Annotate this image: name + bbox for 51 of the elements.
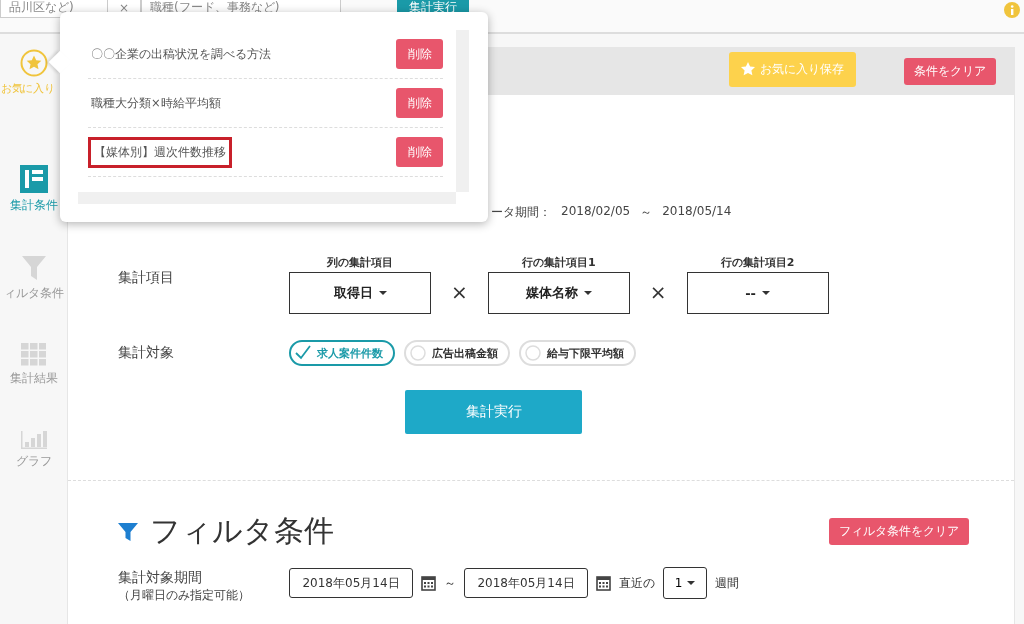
period-from: 2018/02/05 [561, 204, 631, 220]
caret-icon [761, 291, 770, 295]
target-option[interactable]: 求人案件件数 [289, 340, 395, 366]
weeks-select[interactable]: 1 [663, 567, 707, 599]
field-label: 集計対象 [118, 344, 175, 362]
favorite-item[interactable]: 〇〇企業の出稿状況を調べる方法 [88, 42, 274, 66]
favorite-item[interactable]: 職種大分類×時給平均額 [88, 91, 224, 115]
date-field[interactable]: 2018年05月14日 [464, 568, 588, 598]
field-label: 集計対象期間 [118, 569, 203, 587]
filter-clear-button[interactable]: フィルタ条件をクリア [829, 518, 969, 545]
radio-circle-icon [410, 345, 426, 361]
calendar-icon [421, 575, 436, 591]
period-to: 2018/05/14 [662, 204, 732, 220]
field-note: （月曜日のみ指定可能） [118, 587, 251, 604]
delete-button[interactable]: 削除 [396, 137, 443, 167]
times-sign: × [451, 280, 468, 304]
sidebar-label[interactable]: ィルタ条件 [3, 285, 64, 302]
tilde: ～ [444, 574, 456, 592]
item-select[interactable]: 媒体名称 [487, 272, 630, 314]
clear-button[interactable]: 条件をクリア [904, 57, 996, 85]
select-header: 列の集計項目 [327, 255, 393, 270]
delete-button[interactable]: 削除 [396, 88, 443, 118]
section-title: フィルタ条件 [150, 512, 334, 550]
sidebar-label[interactable]: 集計結果 [9, 370, 58, 387]
recent-label: 直近の [619, 574, 655, 592]
caret-icon [687, 581, 696, 585]
caret-icon [583, 291, 592, 295]
execute-button[interactable]: 集計実行 [405, 390, 582, 434]
target-option[interactable]: 給与下限平均額 [519, 340, 636, 366]
period-label: ータ期間： [491, 204, 551, 220]
filter-icon [118, 521, 138, 542]
sidebar-label[interactable]: 集計条件 [9, 197, 58, 214]
select-header: 行の集計項目2 [720, 255, 795, 270]
caret-icon [378, 291, 387, 295]
field-label: 集計項目 [118, 269, 175, 287]
radio-circle-icon [525, 345, 541, 361]
sidebar-label[interactable]: グラフ [15, 453, 52, 470]
info-icon[interactable] [1004, 2, 1020, 18]
star-icon [741, 62, 755, 76]
target-option[interactable]: 広告出稿金額 [404, 340, 510, 366]
calendar-icon [596, 575, 611, 591]
select-header: 行の集計項目1 [521, 255, 596, 270]
times-sign: × [649, 280, 667, 304]
item-select[interactable]: -- [686, 272, 829, 314]
delete-button[interactable]: 削除 [396, 39, 443, 69]
date-field[interactable]: 2018年05月14日 [289, 568, 413, 598]
favorite-item[interactable]: 【媒体別】週次件数推移 [88, 136, 232, 168]
item-select[interactable]: 取得日 [289, 272, 431, 314]
weeks-unit: 週間 [715, 574, 739, 592]
period-separator: ～ [640, 204, 653, 220]
check-icon [295, 345, 311, 361]
